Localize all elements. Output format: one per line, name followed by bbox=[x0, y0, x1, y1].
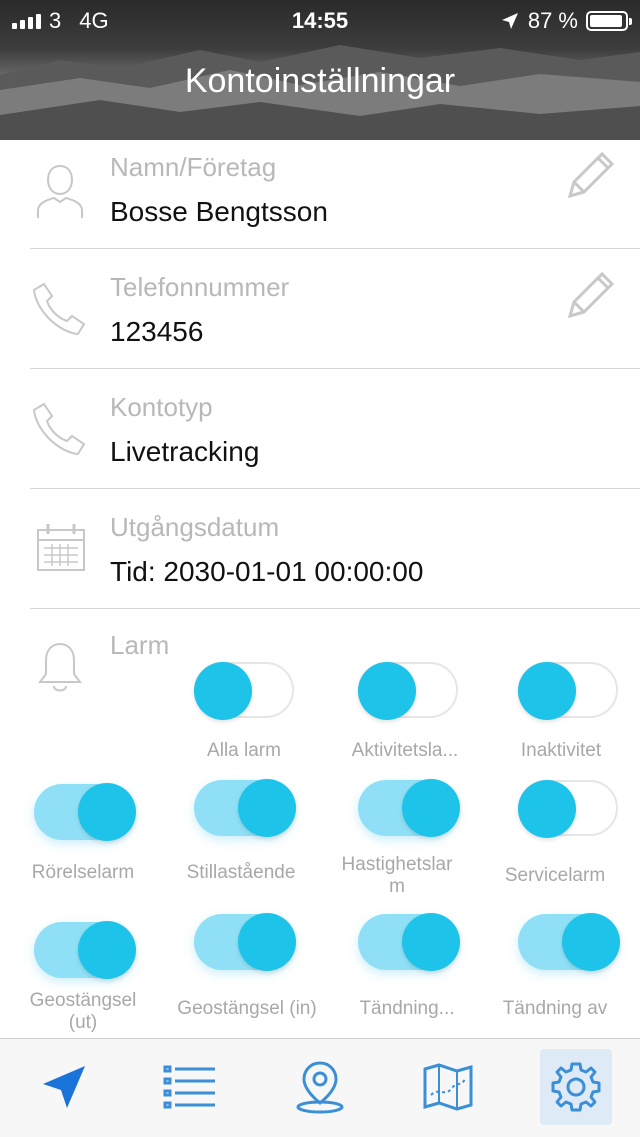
battery-percent: 87 % bbox=[527, 8, 578, 33]
alarm-label: Larm bbox=[110, 630, 170, 660]
person-icon bbox=[37, 164, 83, 218]
status-bar: 3 4G 14:55 87 % bbox=[0, 0, 640, 40]
calendar-icon bbox=[37, 524, 85, 571]
toggle-service-alarm[interactable] bbox=[518, 780, 618, 838]
list-icon bbox=[163, 1065, 215, 1109]
tab-navigation[interactable] bbox=[28, 1049, 100, 1125]
page-title: Kontoinställningar bbox=[184, 62, 456, 100]
toggle-motion-alarm[interactable] bbox=[34, 783, 136, 841]
toggle-label: Stillastående bbox=[186, 862, 296, 883]
toggle-label: Inaktivitet bbox=[520, 740, 602, 761]
name-value: Bosse Bengtsson bbox=[110, 196, 328, 227]
toggle-label: Tändning av bbox=[502, 998, 608, 1019]
toggle-all-alarms[interactable] bbox=[194, 662, 294, 720]
toggle-geofence-in[interactable] bbox=[194, 913, 296, 971]
toggle-label: Rörelselarm bbox=[31, 862, 135, 883]
name-row: Namn/Företag Bosse Bengtsson bbox=[0, 140, 640, 260]
toggle-activity-alarm[interactable] bbox=[358, 662, 458, 720]
toggle-label: Aktivitetsla... bbox=[351, 740, 459, 761]
header: 3 4G 14:55 87 % Kontoinställningar bbox=[0, 0, 640, 140]
edit-name-pencil-icon[interactable] bbox=[560, 146, 620, 206]
alarm-row: Larm bbox=[0, 620, 640, 692]
toggle-speed-alarm[interactable] bbox=[358, 779, 460, 837]
name-label: Namn/Företag bbox=[110, 152, 277, 182]
toggle-stationary[interactable] bbox=[194, 779, 296, 837]
toggle-knob bbox=[518, 662, 576, 720]
bell-icon bbox=[38, 642, 82, 692]
toggle-knob bbox=[238, 779, 296, 837]
toggle-label: Servicelarm bbox=[504, 865, 606, 886]
toggle-label: Geostängsel (in) bbox=[177, 998, 317, 1019]
toggle-inactivity[interactable] bbox=[518, 662, 618, 720]
location-arrow-icon bbox=[501, 13, 518, 29]
toggle-label: Geostängsel (ut) bbox=[29, 990, 137, 1033]
toggle-knob bbox=[562, 913, 620, 971]
toggle-label: Hastighetslar m bbox=[341, 854, 453, 897]
expiry-label: Utgångsdatum bbox=[110, 512, 280, 542]
toggle-knob bbox=[78, 921, 136, 979]
phone-row: Telefonnummer 123456 bbox=[0, 260, 640, 380]
account-type-value: Livetracking bbox=[110, 436, 260, 467]
phone-value: 123456 bbox=[110, 316, 204, 347]
toggle-knob bbox=[518, 780, 576, 838]
toggle-label: Alla larm bbox=[207, 740, 281, 761]
phone-label: Telefonnummer bbox=[110, 272, 290, 302]
toggle-knob bbox=[402, 913, 460, 971]
battery-icon bbox=[586, 11, 632, 31]
phone-icon bbox=[32, 282, 86, 336]
toggle-ignition-off[interactable] bbox=[518, 913, 620, 971]
phone-icon bbox=[32, 402, 86, 456]
divider bbox=[30, 488, 640, 489]
toggle-knob bbox=[194, 662, 252, 720]
divider bbox=[30, 248, 640, 249]
navigation-arrow-icon bbox=[43, 1066, 85, 1108]
toggle-knob bbox=[238, 913, 296, 971]
toggle-label: Tändning... bbox=[359, 998, 455, 1019]
tab-route-map[interactable] bbox=[412, 1049, 484, 1125]
toggle-knob bbox=[78, 783, 136, 841]
tab-settings[interactable] bbox=[540, 1049, 612, 1125]
account-type-label: Kontotyp bbox=[110, 392, 213, 422]
toggle-ignition-on[interactable] bbox=[358, 913, 460, 971]
toggle-knob bbox=[402, 779, 460, 837]
tab-map-pin[interactable] bbox=[284, 1049, 356, 1125]
expiry-row: Utgångsdatum Tid: 2030-01-01 00:00:00 bbox=[0, 500, 640, 620]
divider bbox=[30, 608, 640, 609]
toggle-knob bbox=[358, 662, 416, 720]
gear-icon bbox=[551, 1062, 601, 1112]
divider bbox=[30, 368, 640, 369]
map-pin-icon bbox=[296, 1061, 344, 1114]
tab-list[interactable] bbox=[154, 1049, 226, 1125]
map-route-icon bbox=[423, 1063, 473, 1111]
tab-bar bbox=[0, 1038, 640, 1137]
toggle-geofence-out[interactable] bbox=[34, 921, 136, 979]
account-type-row: Kontotyp Livetracking bbox=[0, 380, 640, 500]
edit-phone-pencil-icon[interactable] bbox=[560, 266, 620, 326]
expiry-value: Tid: 2030-01-01 00:00:00 bbox=[110, 556, 424, 587]
